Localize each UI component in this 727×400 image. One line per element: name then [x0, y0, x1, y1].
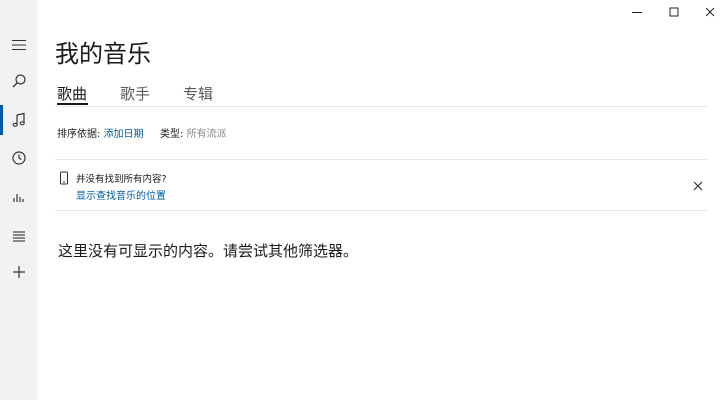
sort-label: 排序依据:: [57, 129, 101, 140]
notice-top-divider: [55, 159, 707, 160]
tab-albums[interactable]: 专辑: [183, 83, 213, 104]
dismiss-notice-button[interactable]: [690, 178, 706, 194]
hamburger-menu-button[interactable]: [0, 28, 37, 62]
search-icon: [12, 74, 26, 88]
active-tab-underline: [57, 103, 88, 105]
hamburger-menu-icon: [11, 40, 26, 50]
my-music-nav-button[interactable]: [0, 103, 37, 137]
close-icon: [693, 181, 703, 191]
maximize-button[interactable]: [657, 0, 691, 24]
notice-bottom-divider: [55, 210, 707, 211]
playlist-icon: [12, 231, 25, 242]
minimize-button[interactable]: [620, 0, 654, 24]
empty-state-message: 这里没有可显示的内容。请尝试其他筛选器。: [58, 242, 359, 260]
tab-songs[interactable]: 歌曲: [57, 83, 87, 104]
sort-value[interactable]: 添加日期: [104, 129, 144, 140]
search-button[interactable]: [0, 64, 37, 98]
genre-label: 类型:: [160, 129, 184, 140]
minimize-icon: [632, 12, 642, 13]
sort-filter[interactable]: 排序依据: 添加日期: [57, 125, 144, 140]
now-playing-nav-button[interactable]: [0, 180, 37, 214]
maximize-icon: [669, 7, 679, 17]
notice-box: [59, 170, 69, 189]
playlists-nav-button[interactable]: [0, 219, 37, 253]
recent-clock-icon: [11, 151, 26, 165]
sidebar: [0, 0, 37, 400]
page-title: 我的音乐: [55, 40, 151, 68]
close-window-button[interactable]: [693, 0, 727, 24]
notice-text: 并没有找到所有内容?: [76, 174, 167, 185]
new-playlist-button[interactable]: [0, 255, 37, 289]
genre-value[interactable]: 所有流派: [187, 129, 227, 140]
recent-plays-nav-button[interactable]: [0, 141, 37, 175]
tabs-divider: [55, 106, 707, 107]
add-icon: [12, 266, 25, 278]
close-icon: [705, 7, 715, 17]
music-note-icon: [12, 112, 25, 127]
phone-device-icon: [60, 171, 68, 185]
now-playing-bars-icon: [12, 194, 24, 202]
show-music-locations-link[interactable]: 显示查找音乐的位置: [76, 187, 166, 202]
tab-artists[interactable]: 歌手: [120, 83, 150, 104]
genre-filter[interactable]: 类型: 所有流派: [160, 125, 227, 140]
